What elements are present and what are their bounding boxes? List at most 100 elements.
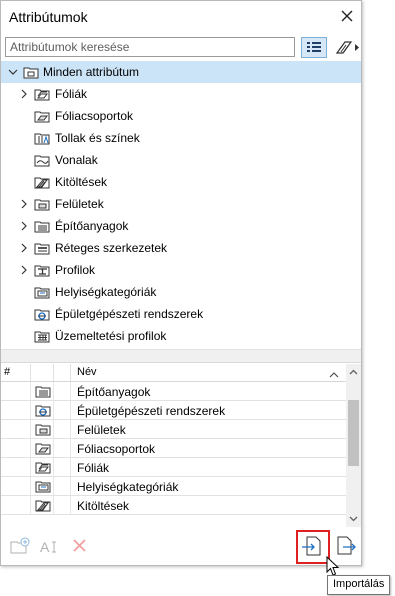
tree-item-profiles[interactable]: Profilok bbox=[1, 259, 361, 281]
title-bar: Attribútumok bbox=[1, 1, 361, 33]
chevron-right-icon[interactable] bbox=[19, 88, 29, 100]
tooltip: Importálás bbox=[327, 575, 391, 595]
list-row-name: Építőanyagok bbox=[77, 385, 151, 399]
layers-icon bbox=[34, 86, 50, 102]
tree-item-label: Vonalak bbox=[55, 153, 98, 167]
list-row[interactable]: Építőanyagok bbox=[1, 382, 346, 401]
tree-item-label: Felületek bbox=[55, 197, 104, 211]
window-title: Attribútumok bbox=[9, 9, 88, 25]
import-icon bbox=[302, 536, 321, 556]
column-header-label: # bbox=[4, 366, 11, 378]
new-folder-icon bbox=[10, 537, 30, 554]
layers-icon bbox=[35, 459, 51, 475]
tree-item-mep-systems[interactable]: Épületgépészeti rendszerek bbox=[1, 303, 361, 325]
chevron-down-icon[interactable] bbox=[8, 66, 18, 78]
mep-systems-icon bbox=[34, 306, 50, 322]
tree-item-label: Helyiségkategóriák bbox=[55, 285, 157, 299]
column-header-name[interactable]: Név bbox=[71, 364, 346, 381]
tree-item-line-types[interactable]: Vonalak bbox=[1, 149, 361, 171]
operation-profiles-icon bbox=[34, 328, 50, 344]
rename-icon: A bbox=[40, 539, 56, 555]
tree-item-label: Fóliacsoportok bbox=[55, 109, 134, 123]
list-row-name: Fóliák bbox=[77, 461, 110, 475]
zone-categories-icon bbox=[35, 478, 51, 494]
scroll-up-button[interactable] bbox=[346, 364, 361, 381]
tree-item-label: Minden attribútum bbox=[43, 65, 140, 79]
chevron-right-icon[interactable] bbox=[19, 242, 29, 254]
building-materials-icon bbox=[35, 383, 51, 399]
tree-item-fills[interactable]: Kitöltések bbox=[1, 171, 361, 193]
column-header-label: Név bbox=[77, 366, 97, 378]
column-header-flag[interactable] bbox=[54, 364, 71, 381]
list-row[interactable]: Felületek bbox=[1, 420, 346, 439]
delete-icon bbox=[73, 539, 86, 552]
tree-item-label: Fóliák bbox=[55, 87, 88, 101]
chevron-right-icon[interactable] bbox=[19, 220, 29, 232]
close-button[interactable] bbox=[338, 7, 356, 25]
tree-item-label: Réteges szerkezetek bbox=[55, 241, 168, 255]
tree-item-composites[interactable]: Réteges szerkezetek bbox=[1, 237, 361, 259]
list-row-name: Fóliacsoportok bbox=[77, 442, 156, 456]
list-row-name: Helyiségkategóriák bbox=[77, 480, 179, 494]
tree-item-label: Profilok bbox=[55, 263, 96, 277]
tree-item-surfaces[interactable]: Felületek bbox=[1, 193, 361, 215]
sort-ascending-icon bbox=[329, 368, 339, 382]
chevron-right-icon[interactable] bbox=[19, 264, 29, 276]
tree-item-label: Üzemeltetési profilok bbox=[55, 329, 167, 343]
list-row-name: Felületek bbox=[77, 423, 126, 437]
zone-categories-icon bbox=[34, 284, 50, 300]
line-types-icon bbox=[34, 152, 50, 168]
composites-icon bbox=[34, 240, 50, 256]
attribute-list: # Név Építőanyagok Épületgépészeti rends… bbox=[1, 364, 361, 529]
import-button[interactable] bbox=[296, 530, 330, 564]
tree-item-layers[interactable]: Fóliák bbox=[1, 83, 361, 105]
search-input[interactable] bbox=[5, 37, 295, 57]
layer-combinations-icon bbox=[34, 108, 50, 124]
chevron-down-icon bbox=[349, 516, 358, 522]
close-icon bbox=[341, 10, 353, 22]
fills-icon bbox=[35, 497, 51, 513]
new-folder-button[interactable] bbox=[7, 533, 33, 559]
scroll-down-button[interactable] bbox=[346, 510, 361, 527]
tree-item-building-materials[interactable]: Építőanyagok bbox=[1, 215, 361, 237]
fills-icon bbox=[34, 174, 50, 190]
tree-item-zone-categories[interactable]: Helyiségkategóriák bbox=[1, 281, 361, 303]
tree-item-layer-combinations[interactable]: Fóliacsoportok bbox=[1, 105, 361, 127]
fill-view-icon bbox=[335, 41, 359, 54]
tree-item-all-attributes[interactable]: Minden attribútum bbox=[1, 61, 361, 83]
folder-all-icon bbox=[23, 64, 39, 80]
surfaces-icon bbox=[35, 421, 51, 437]
mep-systems-icon bbox=[35, 402, 51, 418]
column-header-icon[interactable] bbox=[31, 364, 54, 381]
delete-button[interactable] bbox=[67, 533, 93, 559]
mouse-cursor-icon bbox=[326, 556, 340, 576]
column-header-number[interactable]: # bbox=[1, 364, 31, 381]
fill-view-button[interactable] bbox=[333, 37, 361, 58]
building-materials-icon bbox=[34, 218, 50, 234]
list-row[interactable]: Helyiségkategóriák bbox=[1, 477, 346, 496]
chevron-up-icon bbox=[349, 369, 358, 375]
attribute-tree: Minden attribútum Fóliák Fóliacsoportok … bbox=[1, 61, 361, 351]
list-row[interactable]: Fóliák bbox=[1, 458, 346, 477]
svg-text:A: A bbox=[40, 539, 50, 555]
list-row[interactable]: Fóliacsoportok bbox=[1, 439, 346, 458]
list-header: # Név bbox=[1, 364, 346, 382]
scroll-thumb[interactable] bbox=[348, 400, 359, 466]
surfaces-icon bbox=[34, 196, 50, 212]
list-row[interactable]: Épületgépészeti rendszerek bbox=[1, 401, 346, 420]
list-row-name: Kitöltések bbox=[77, 499, 130, 513]
list-row[interactable]: Kitöltések bbox=[1, 496, 346, 515]
pens-colors-icon bbox=[34, 130, 50, 146]
tree-item-label: Kitöltések bbox=[55, 175, 108, 189]
tree-item-operation-profiles[interactable]: Üzemeltetési profilok bbox=[1, 325, 361, 347]
tree-item-pens-colors[interactable]: Tollak és színek bbox=[1, 127, 361, 149]
list-view-icon bbox=[307, 42, 321, 52]
list-scrollbar[interactable] bbox=[346, 364, 361, 527]
tree-item-label: Tollak és színek bbox=[55, 131, 140, 145]
chevron-right-icon[interactable] bbox=[19, 198, 29, 210]
list-view-button[interactable] bbox=[301, 37, 327, 58]
rename-button[interactable]: A bbox=[37, 533, 63, 559]
layer-combinations-icon bbox=[35, 440, 51, 456]
pane-splitter[interactable] bbox=[1, 349, 361, 363]
list-row-name: Épületgépészeti rendszerek bbox=[77, 404, 226, 418]
